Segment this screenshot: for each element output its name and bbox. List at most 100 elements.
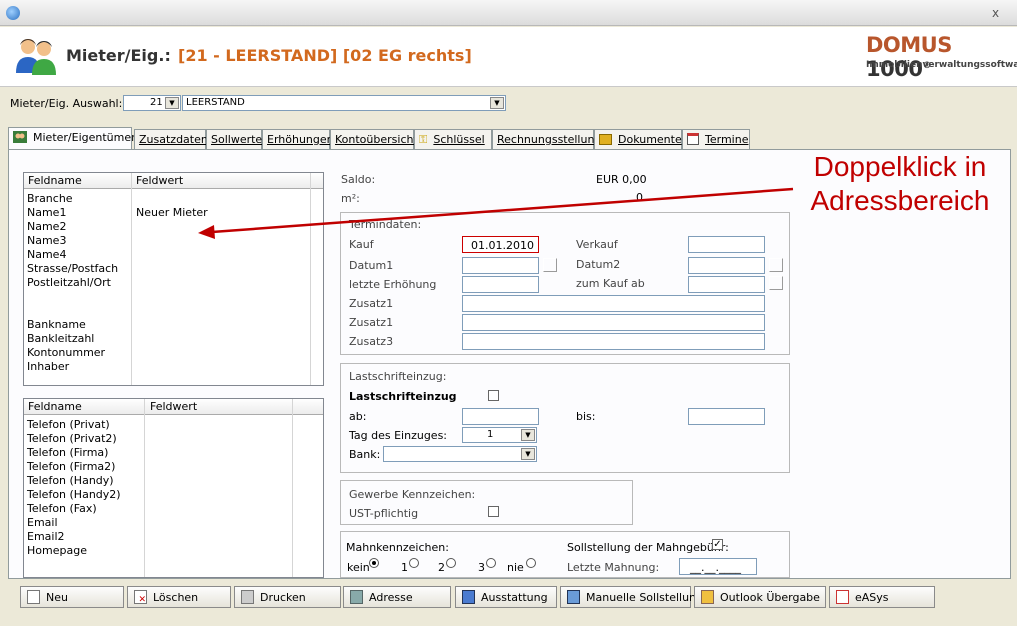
- datum2-input[interactable]: [688, 257, 765, 274]
- page-title-label: Mieter/Eig.:: [66, 46, 171, 65]
- zusatz1-input[interactable]: [462, 295, 765, 312]
- radio-3[interactable]: [486, 558, 496, 568]
- calendar-icon: [687, 133, 699, 145]
- zusatz3-label: Zusatz3: [349, 335, 394, 348]
- chevron-down-icon[interactable]: ▼: [521, 448, 535, 460]
- grid-cell-name: Telefon (Handy): [27, 474, 114, 487]
- address-book-icon: [350, 590, 363, 604]
- sollstellung-mahngebuehr-checkbox[interactable]: ✓: [712, 539, 723, 550]
- tab-erhoehungen[interactable]: Erhöhungen: [262, 129, 334, 149]
- address-grid[interactable]: Feldname Feldwert Branche Name1 Neuer Miet…: [23, 172, 324, 386]
- tab-zusatzdaten[interactable]: Zusatzdaten: [134, 129, 208, 149]
- tab-label: Sollwerte: [211, 133, 263, 146]
- tag-des-einzuges-label: Tag des Einzuges:: [349, 429, 448, 442]
- easys-icon: [836, 590, 849, 604]
- grid-cell-name: Name1: [27, 206, 67, 219]
- saldo-label: Saldo:: [341, 173, 376, 186]
- radio-1-label: 1: [401, 561, 408, 574]
- page-title-value: [21 - LEERSTAND] [02 EG rechts]: [178, 46, 472, 65]
- datum2-picker-button[interactable]: [769, 258, 783, 272]
- chevron-down-icon[interactable]: ▼: [165, 97, 179, 109]
- easys-button[interactable]: eASys: [829, 586, 935, 608]
- annotation-text: Doppelklick in Adressbereich: [795, 150, 1005, 218]
- bis-input[interactable]: [688, 408, 765, 425]
- loeschen-button[interactable]: ✕ Löschen: [127, 586, 231, 608]
- ust-checkbox[interactable]: [488, 506, 499, 517]
- ausstattung-button[interactable]: Ausstattung: [455, 586, 557, 608]
- manuelle-sollstellung-button[interactable]: Manuelle Sollstellung: [560, 586, 703, 608]
- tab-schluessel[interactable]: ⚿ Schlüssel: [414, 129, 492, 149]
- contact-grid[interactable]: Feldname Feldwert Telefon (Privat) Telefo…: [23, 398, 324, 578]
- bank-select[interactable]: ▼: [383, 446, 537, 462]
- radio-nie[interactable]: [526, 558, 536, 568]
- tab-mieter-eigentuemer[interactable]: Mieter/Eigentümer: [8, 127, 136, 149]
- tenant-name-combo[interactable]: LEERSTAND ▼: [182, 95, 506, 111]
- lastschrift-checkbox[interactable]: [488, 390, 499, 401]
- drucken-button[interactable]: Drucken: [234, 586, 341, 608]
- radio-1[interactable]: [409, 558, 419, 568]
- tenant-number-combo[interactable]: 21 ▼: [123, 95, 181, 111]
- mahnkennzeichen-label: Mahnkennzeichen:: [346, 541, 449, 554]
- grid-divider: [144, 399, 145, 577]
- grid-divider: [292, 399, 293, 577]
- lastschrift-title: Lastschrifteinzug:: [349, 370, 447, 383]
- letzte-mahnung-label: Letzte Mahnung:: [567, 561, 660, 574]
- m2-value: 0: [636, 191, 643, 204]
- tab-rechnungsstellung[interactable]: Rechnungsstellung: [492, 129, 601, 149]
- termindaten-title: Termindaten:: [349, 218, 422, 231]
- saldo-value: EUR 0,00: [596, 173, 647, 186]
- ab-input[interactable]: [462, 408, 539, 425]
- zusatz1b-input[interactable]: [462, 314, 765, 331]
- zum-kauf-ab-picker-button[interactable]: [769, 276, 783, 290]
- verkauf-date-input[interactable]: [688, 236, 765, 253]
- verkauf-label: Verkauf: [576, 238, 618, 251]
- tab-sollwerte[interactable]: Sollwerte: [206, 129, 262, 149]
- kauf-date-input[interactable]: 01.01.2010: [462, 236, 539, 253]
- ab-label: ab:: [349, 410, 367, 423]
- zum-kauf-ab-input[interactable]: [688, 276, 765, 293]
- letzte-mahnung-input[interactable]: __.__.____: [679, 558, 757, 575]
- chevron-down-icon[interactable]: ▼: [490, 97, 504, 109]
- tenant-select-label: Mieter/Eig. Auswahl:: [10, 97, 123, 110]
- radio-kein[interactable]: [369, 558, 379, 568]
- tab-termine[interactable]: Termine: [682, 129, 750, 149]
- tag-des-einzuges-value: 1: [487, 429, 494, 440]
- zusatz1b-label: Zusatz1: [349, 316, 394, 329]
- datum1-input[interactable]: [462, 257, 539, 274]
- zum-kauf-ab-label: zum Kauf ab: [576, 277, 645, 290]
- grid-cell-name: Branche: [27, 192, 73, 205]
- letzte-erhoehung-input[interactable]: [462, 276, 539, 293]
- neu-button[interactable]: Neu: [20, 586, 124, 608]
- zusatz3-input[interactable]: [462, 333, 765, 350]
- delete-icon: ✕: [134, 590, 147, 605]
- grid-cell-name: Telefon (Firma): [27, 446, 109, 459]
- chevron-down-icon[interactable]: ▼: [521, 429, 535, 441]
- tab-kontouebersicht[interactable]: Kontoübersicht: [330, 129, 418, 149]
- new-document-icon: [27, 590, 40, 604]
- adresse-button[interactable]: Adresse: [343, 586, 451, 608]
- grid-cell-name: Bankname: [27, 318, 86, 331]
- button-label: Ausstattung: [481, 591, 548, 604]
- grid-cell-name: Inhaber: [27, 360, 70, 373]
- grid-cell-name: Bankleitzahl: [27, 332, 95, 345]
- radio-2[interactable]: [446, 558, 456, 568]
- button-label: Drucken: [260, 591, 306, 604]
- bis-label: bis:: [576, 410, 596, 423]
- tab-dokumente[interactable]: Dokumente: [594, 129, 682, 149]
- button-label: Löschen: [153, 591, 199, 604]
- tenant-number-value: 21: [150, 97, 163, 108]
- zusatz1-label: Zusatz1: [349, 297, 394, 310]
- outlook-uebergabe-button[interactable]: Outlook Übergabe: [694, 586, 826, 608]
- close-icon[interactable]: x: [992, 6, 999, 20]
- letzte-mahnung-value: __.__.____: [690, 561, 741, 574]
- annotation-line-2: Adressbereich: [810, 185, 990, 216]
- address-grid-header: Feldname Feldwert: [24, 173, 323, 189]
- radio-kein-label: kein: [347, 561, 370, 574]
- outlook-icon: [701, 590, 714, 604]
- grid-cell-value[interactable]: Neuer Mieter: [136, 206, 208, 219]
- datum1-picker-button[interactable]: [543, 258, 557, 272]
- tag-des-einzuges-select[interactable]: 1 ▼: [462, 427, 537, 443]
- grid-cell-name: Name4: [27, 248, 67, 261]
- grid-cell-name: Telefon (Firma2): [27, 460, 116, 473]
- grid-divider: [131, 173, 132, 385]
